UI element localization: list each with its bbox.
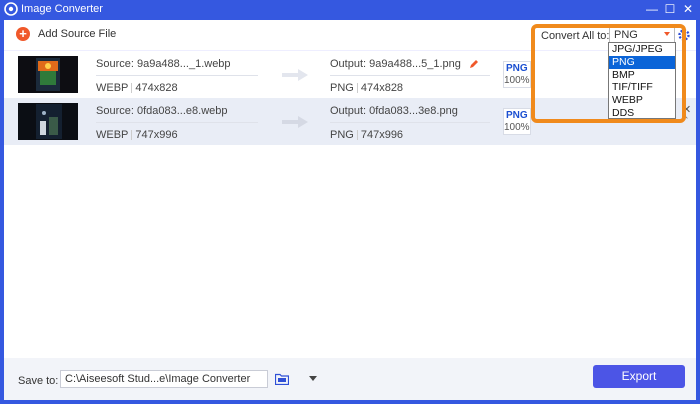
- separator: [356, 130, 358, 141]
- app-logo-icon: [4, 2, 18, 16]
- divider: [330, 75, 490, 76]
- main-content: + Add Source File Convert All to: PNG So…: [4, 20, 696, 400]
- window-title: Image Converter: [21, 3, 103, 15]
- add-source-file-label: Add Source File: [38, 28, 117, 40]
- close-window-button[interactable]: ✕: [679, 1, 697, 17]
- separator: [131, 83, 133, 94]
- separator: [131, 130, 133, 141]
- source-filename: Source: 0fda083...e8.webp: [96, 105, 228, 117]
- badge-quality: 100%: [504, 75, 530, 86]
- maximize-button[interactable]: ☐: [661, 1, 679, 17]
- save-to-label: Save to:: [18, 375, 59, 387]
- output-info: PNG 747x996: [330, 129, 403, 141]
- output-format: PNG: [330, 129, 354, 141]
- output-filename: Output: 0fda083...3e8.png: [330, 105, 458, 117]
- output-filename: Output: 9a9a488...5_1.png: [330, 58, 479, 70]
- source-dimensions: 474x828: [135, 82, 178, 94]
- divider: [96, 75, 258, 76]
- app-window: Image Converter — ☐ ✕ + Add Source File …: [0, 0, 700, 404]
- file-thumbnail: [18, 103, 78, 140]
- output-filename-text: Output: 9a9a488...5_1.png: [330, 58, 461, 70]
- chevron-down-icon: [309, 376, 317, 381]
- source-info: WEBP 747x996: [96, 129, 178, 141]
- arrow-right-icon: [282, 116, 308, 128]
- highlight-annotation: [531, 24, 686, 123]
- source-dimensions: 747x996: [135, 129, 178, 141]
- edit-icon[interactable]: [469, 59, 479, 69]
- footer-bar: Save to: C:\Aiseesoft Stud...e\Image Con…: [4, 358, 696, 400]
- save-path-value: C:\Aiseesoft Stud...e\Image Converter: [65, 373, 251, 385]
- folder-icon[interactable]: [275, 373, 289, 385]
- output-dimensions: 474x828: [360, 82, 404, 94]
- source-format: WEBP: [96, 82, 129, 94]
- badge-format: PNG: [506, 63, 528, 74]
- arrow-right-icon: [282, 69, 308, 81]
- title-bar: Image Converter — ☐ ✕: [0, 0, 700, 19]
- badge-quality: 100%: [504, 122, 530, 133]
- separator: [356, 83, 358, 94]
- add-icon: +: [16, 27, 30, 41]
- source-format: WEBP: [96, 129, 129, 141]
- source-info: WEBP 474x828: [96, 82, 178, 94]
- source-filename: Source: 9a9a488..._1.webp: [96, 58, 231, 70]
- output-filename-text: Output: 0fda083...3e8.png: [330, 105, 458, 117]
- output-format: PNG: [330, 82, 354, 94]
- divider: [330, 122, 490, 123]
- output-format-badge[interactable]: PNG 100%: [503, 108, 531, 135]
- file-thumbnail: [18, 56, 78, 93]
- output-format-badge[interactable]: PNG 100%: [503, 61, 531, 88]
- export-button[interactable]: Export: [593, 365, 685, 388]
- save-path-select[interactable]: C:\Aiseesoft Stud...e\Image Converter: [60, 370, 317, 388]
- minimize-button[interactable]: —: [643, 1, 661, 17]
- add-source-file-button[interactable]: + Add Source File: [16, 27, 116, 41]
- output-dimensions: 747x996: [360, 129, 404, 141]
- badge-format: PNG: [506, 110, 528, 121]
- divider: [96, 122, 258, 123]
- output-info: PNG 474x828: [330, 82, 403, 94]
